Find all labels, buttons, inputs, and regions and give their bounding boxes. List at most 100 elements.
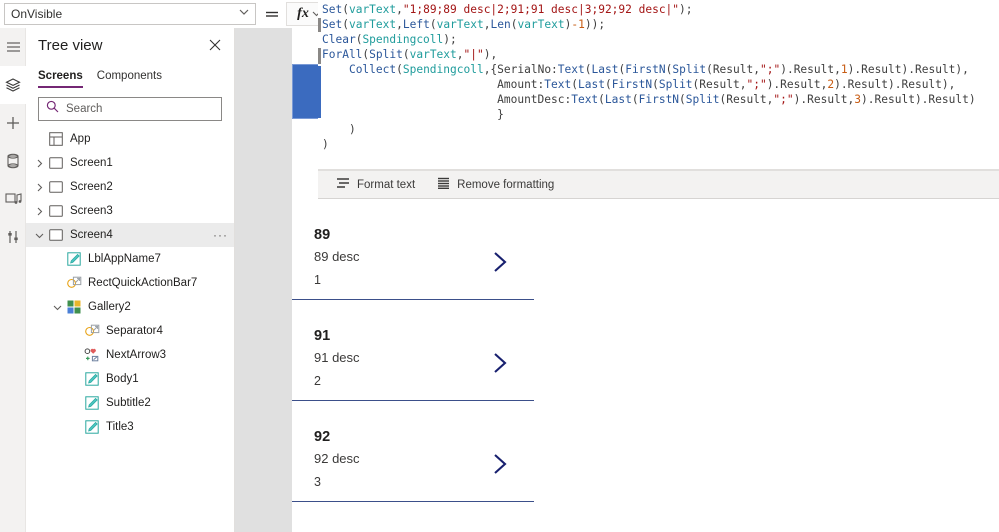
fx-label: fx — [297, 6, 309, 21]
label-icon — [64, 252, 84, 266]
gallery-separator — [292, 501, 534, 502]
code-line: Collect(Spendingcoll,{SerialNo:Text(Last… — [348, 63, 969, 76]
gallery-item-title: 91 — [314, 328, 331, 344]
tree-node-gallery2[interactable]: Gallery2 — [26, 295, 234, 319]
formula-toolbar: Format text Remove formatting — [318, 170, 999, 199]
insert-add-icon[interactable] — [0, 104, 26, 142]
chevron-down-icon — [239, 9, 249, 19]
tree-node-subtitle2[interactable]: Subtitle2 — [26, 391, 234, 415]
tree-view-icon[interactable] — [0, 66, 26, 104]
gallery-item[interactable]: 89 89 desc 1 — [292, 199, 534, 299]
canvas-background — [235, 28, 292, 532]
gallery-item-body: 3 — [314, 475, 321, 489]
tree-node-screen1[interactable]: Screen1 — [26, 151, 234, 175]
gallery-item-subtitle: 92 desc — [314, 451, 360, 466]
gallery-item-body: 1 — [314, 273, 321, 287]
tree-node-label: Screen2 — [70, 181, 113, 193]
next-arrow-icon[interactable] — [489, 451, 511, 482]
tree-node-lblappname7[interactable]: LblAppName7 — [26, 247, 234, 271]
hamburger-menu-icon[interactable] — [0, 28, 26, 66]
tree-node-label: Subtitle2 — [106, 397, 151, 409]
formula-editor[interactable]: Set(varText,"1;89;89 desc|2;91;91 desc|3… — [318, 0, 999, 170]
chevron-down-icon[interactable] — [50, 303, 64, 312]
formula-code[interactable]: Set(varText,"1;89;89 desc|2;91;91 desc|3… — [322, 2, 976, 152]
tree-node-screen3[interactable]: Screen3 — [26, 199, 234, 223]
tree-node-body1[interactable]: Body1 — [26, 367, 234, 391]
screen-icon — [46, 157, 66, 169]
label-icon — [82, 396, 102, 410]
code-line: Set(varText,Left(varText,Len(varText)-1)… — [322, 18, 606, 31]
tree-node-screen2[interactable]: Screen2 — [26, 175, 234, 199]
close-icon[interactable] — [204, 34, 226, 56]
screen-icon — [46, 229, 66, 241]
code-line: Clear(Spendingcoll); — [322, 33, 457, 46]
gallery-item[interactable]: 91 91 desc 2 — [292, 300, 534, 400]
next-arrow-icon[interactable] — [489, 350, 511, 381]
gallery-item-subtitle: 91 desc — [314, 350, 360, 365]
more-options-icon[interactable]: ··· — [213, 228, 228, 242]
tab-components[interactable]: Components — [97, 70, 162, 88]
property-dropdown[interactable]: OnVisible — [4, 3, 256, 25]
search-input[interactable]: Search — [38, 97, 222, 121]
powerapps-studio-window: 89 89 desc 1 91 91 desc 2 92 92 desc 3 O… — [0, 0, 999, 532]
tree-node-rectquickactionbar7[interactable]: RectQuickActionBar7 — [26, 271, 234, 295]
equals-icon — [262, 4, 282, 24]
tree-node-screen4[interactable]: Screen4 ··· — [26, 223, 234, 247]
tree-node-label: Title3 — [106, 421, 134, 433]
next-arrow-icon[interactable] — [489, 249, 511, 280]
code-line: AmountDesc:Text(Last(FirstN(Split(Result… — [497, 93, 976, 106]
chevron-down-icon[interactable] — [32, 231, 46, 240]
code-line: ) — [348, 123, 356, 136]
code-line: ) — [322, 138, 329, 151]
tree-node-nextarrow3[interactable]: NextArrow3 — [26, 343, 234, 367]
advanced-settings-icon[interactable] — [0, 218, 26, 256]
format-text-icon — [336, 177, 350, 192]
tree-node-label: App — [70, 133, 91, 145]
tree-view-panel: Tree view Screens Components Search App S… — [26, 28, 235, 532]
screen-icon — [46, 205, 66, 217]
code-line: } — [497, 108, 504, 121]
tree-node-label: Screen3 — [70, 205, 113, 217]
gallery-item-title: 92 — [314, 429, 331, 445]
gallery-item-body: 2 — [314, 374, 321, 388]
property-dropdown-value: OnVisible — [11, 7, 63, 21]
gallery-item[interactable]: 92 92 desc 3 — [292, 401, 534, 501]
format-text-button[interactable]: Format text — [336, 177, 415, 192]
shape-icon — [64, 276, 84, 290]
media-icon[interactable] — [0, 180, 26, 218]
app-icon — [46, 132, 66, 146]
code-line: Amount:Text(Last(FirstN(Split(Result,";"… — [497, 78, 956, 91]
tree-view-title: Tree view — [38, 36, 103, 54]
tree-node-separator4[interactable]: Separator4 — [26, 319, 234, 343]
tree-view-header: Tree view — [26, 28, 234, 62]
gallery-icon — [64, 300, 84, 314]
remove-formatting-icon — [437, 177, 450, 192]
search-placeholder: Search — [66, 103, 103, 115]
gallery-item-title: 89 — [314, 227, 331, 243]
tree-node-title3[interactable]: Title3 — [26, 415, 234, 439]
tree-node-label: Body1 — [106, 373, 139, 385]
chevron-right-icon[interactable] — [32, 159, 46, 168]
tree-node-label: Screen1 — [70, 157, 113, 169]
tree-node-label: Separator4 — [106, 325, 163, 337]
tree-node-label: LblAppName7 — [88, 253, 161, 265]
chevron-right-icon[interactable] — [32, 207, 46, 216]
icon-control-icon — [82, 348, 102, 362]
tree-view-tabs: Screens Components — [26, 62, 234, 88]
tree-node-app[interactable]: App — [26, 127, 234, 151]
code-line: ForAll(Split(varText,"|"), — [322, 48, 498, 61]
screen-icon — [46, 181, 66, 193]
tree-node-label: RectQuickActionBar7 — [88, 277, 198, 289]
data-sources-icon[interactable] — [0, 142, 26, 180]
selected-control-rect[interactable] — [292, 64, 320, 119]
tab-screens[interactable]: Screens — [38, 70, 83, 88]
gallery-item-subtitle: 89 desc — [314, 249, 360, 264]
label-icon — [82, 420, 102, 434]
app-screen-preview: 89 89 desc 1 91 91 desc 2 92 92 desc 3 — [292, 199, 534, 532]
tree-node-label: NextArrow3 — [106, 349, 167, 361]
remove-formatting-button[interactable]: Remove formatting — [437, 177, 554, 192]
tree-node-list: App Screen1 Screen2 Screen3 Screen4 ··· LblApp… — [26, 127, 234, 439]
chevron-right-icon[interactable] — [32, 183, 46, 192]
label-icon — [82, 372, 102, 386]
tree-node-label: Screen4 — [70, 229, 113, 241]
